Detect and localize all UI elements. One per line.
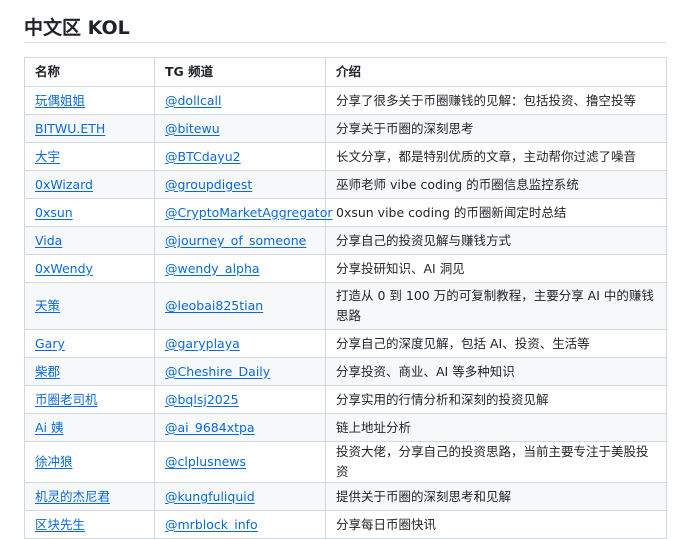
- kol-intro: 分享关于币圈的深刻思考: [325, 114, 667, 143]
- kol-name-cell: BITWU.ETH: [24, 114, 155, 143]
- table-row: 币圈老司机 @bqlsj2025 分享实用的行情分析和深刻的投资见解: [24, 385, 667, 414]
- kol-intro: 链上地址分析: [325, 413, 667, 442]
- kol-name-link[interactable]: 机灵的杰尼君: [35, 489, 110, 504]
- kol-name-link[interactable]: 玩偶姐姐: [35, 93, 85, 108]
- table-row: 徐冲狼 @clplusnews 投资大佬，分享自己的投资思路，当前主要专注于美股…: [24, 441, 667, 483]
- kol-name-link[interactable]: 0xsun: [35, 205, 73, 220]
- header-channel: TG 频道: [154, 57, 326, 87]
- kol-channel-cell: @dollcall: [154, 86, 326, 115]
- kol-channel-link[interactable]: @dollcall: [165, 93, 222, 108]
- kol-intro: 分享自己的投资见解与赚钱方式: [325, 226, 667, 255]
- table-row: 玩偶姐姐 @dollcall 分享了很多关于币圈赚钱的见解：包括投资、撸空投等: [24, 86, 667, 115]
- kol-name-link[interactable]: 柴郡: [35, 364, 60, 379]
- kol-channel-link[interactable]: @ai_9684xtpa: [165, 420, 255, 435]
- kol-name-link[interactable]: 0xWizard: [35, 177, 93, 192]
- kol-name-link[interactable]: Vida: [35, 233, 62, 248]
- table-row: 区块先生 @mrblock_info 分享每日币圈快讯: [24, 510, 667, 539]
- kol-name-link[interactable]: BITWU.ETH: [35, 121, 105, 136]
- table-row: 机灵的杰尼君 @kungfuliquid 提供关于币圈的深刻思考和见解: [24, 482, 667, 511]
- kol-intro: 提供关于币圈的深刻思考和见解: [325, 482, 667, 511]
- heading-divider: [24, 42, 666, 43]
- kol-name-link[interactable]: 区块先生: [35, 517, 85, 532]
- kol-channel-link[interactable]: @wendy_alpha: [165, 261, 260, 276]
- kol-name-cell: 0xWendy: [24, 254, 155, 283]
- kol-intro: 长文分享，都是特别优质的文章，主动帮你过滤了噪音: [325, 142, 667, 171]
- kol-name-cell: 玩偶姐姐: [24, 86, 155, 115]
- kol-intro: 打造从 0 到 100 万的可复制教程，主要分享 AI 中的赚钱思路: [325, 282, 667, 330]
- kol-name-cell: Gary: [24, 329, 155, 358]
- header-intro: 介绍: [325, 57, 667, 87]
- kol-channel-cell: @mrblock_info: [154, 510, 326, 539]
- kol-intro: 分享了很多关于币圈赚钱的见解：包括投资、撸空投等: [325, 86, 667, 115]
- kol-channel-cell: @ai_9684xtpa: [154, 413, 326, 442]
- kol-name-cell: 机灵的杰尼君: [24, 482, 155, 511]
- kol-name-link[interactable]: 大宇: [35, 149, 60, 164]
- kol-name-cell: Vida: [24, 226, 155, 255]
- kol-intro: 巫师老师 vibe coding 的币圈信息监控系统: [325, 170, 667, 199]
- kol-channel-cell: @Cheshire_Daily: [154, 357, 326, 386]
- kol-name-cell: 区块先生: [24, 510, 155, 539]
- section-heading: 中文区 KOL: [24, 17, 130, 39]
- kol-intro: 分享每日币圈快讯: [325, 510, 667, 539]
- table-row: Vida @journey_of_someone 分享自己的投资见解与赚钱方式: [24, 226, 667, 255]
- table-row: 0xWendy @wendy_alpha 分享投研知识、AI 洞见: [24, 254, 667, 283]
- kol-channel-link[interactable]: @BTCdayu2: [165, 149, 241, 164]
- kol-name-link[interactable]: 天策: [35, 298, 60, 313]
- kol-name-cell: 币圈老司机: [24, 385, 155, 414]
- kol-channel-link[interactable]: @clplusnews: [165, 454, 246, 469]
- kol-channel-link[interactable]: @groupdigest: [165, 177, 252, 192]
- kol-channel-cell: @bqlsj2025: [154, 385, 326, 414]
- table-row: 0xWizard @groupdigest 巫师老师 vibe coding 的…: [24, 170, 667, 199]
- kol-channel-link[interactable]: @Cheshire_Daily: [165, 364, 270, 379]
- kol-channel-cell: @garyplaya: [154, 329, 326, 358]
- kol-name-cell: Ai 姨: [24, 413, 155, 442]
- kol-channel-link[interactable]: @mrblock_info: [165, 517, 258, 532]
- kol-intro: 0xsun vibe coding 的币圈新闻定时总结: [325, 198, 667, 227]
- kol-name-cell: 大宇: [24, 142, 155, 171]
- kol-name-link[interactable]: Gary: [35, 336, 65, 351]
- kol-channel-link[interactable]: @bqlsj2025: [165, 392, 239, 407]
- kol-name-cell: 柴郡: [24, 357, 155, 386]
- kol-name-cell: 徐冲狼: [24, 441, 155, 483]
- kol-intro: 分享自己的深度见解，包括 AI、投资、生活等: [325, 329, 667, 358]
- kol-channel-cell: @journey_of_someone: [154, 226, 326, 255]
- table-row: 0xsun @CryptoMarketAggregator 0xsun vibe…: [24, 198, 667, 227]
- kol-channel-cell: @groupdigest: [154, 170, 326, 199]
- kol-section: 中文区 KOL 名称 TG 频道 介绍 玩偶姐姐 @dollcall 分享了很多…: [24, 0, 667, 539]
- table-header-row: 名称 TG 频道 介绍: [24, 57, 667, 87]
- kol-name-link[interactable]: 徐冲狼: [35, 454, 73, 469]
- kol-channel-cell: @bitewu: [154, 114, 326, 143]
- table-row: 大宇 @BTCdayu2 长文分享，都是特别优质的文章，主动帮你过滤了噪音: [24, 142, 667, 171]
- kol-name-link[interactable]: 0xWendy: [35, 261, 93, 276]
- kol-channel-cell: @clplusnews: [154, 441, 326, 483]
- kol-intro: 分享投资、商业、AI 等多种知识: [325, 357, 667, 386]
- kol-name-cell: 0xsun: [24, 198, 155, 227]
- kol-channel-link[interactable]: @leobai825tian: [165, 298, 263, 313]
- kol-channel-cell: @kungfuliquid: [154, 482, 326, 511]
- kol-channel-cell: @BTCdayu2: [154, 142, 326, 171]
- kol-channel-link[interactable]: @kungfuliquid: [165, 489, 255, 504]
- table-row: Gary @garyplaya 分享自己的深度见解，包括 AI、投资、生活等: [24, 329, 667, 358]
- kol-table: 名称 TG 频道 介绍 玩偶姐姐 @dollcall 分享了很多关于币圈赚钱的见…: [24, 57, 667, 539]
- table-row: 天策 @leobai825tian 打造从 0 到 100 万的可复制教程，主要…: [24, 282, 667, 330]
- table-row: BITWU.ETH @bitewu 分享关于币圈的深刻思考: [24, 114, 667, 143]
- kol-channel-cell: @wendy_alpha: [154, 254, 326, 283]
- kol-channel-link[interactable]: @journey_of_someone: [165, 233, 306, 248]
- kol-channel-link[interactable]: @bitewu: [165, 121, 220, 136]
- kol-name-link[interactable]: Ai 姨: [35, 420, 64, 435]
- kol-name-link[interactable]: 币圈老司机: [35, 392, 98, 407]
- kol-intro: 分享实用的行情分析和深刻的投资见解: [325, 385, 667, 414]
- kol-intro: 分享投研知识、AI 洞见: [325, 254, 667, 283]
- kol-name-cell: 天策: [24, 282, 155, 330]
- kol-name-cell: 0xWizard: [24, 170, 155, 199]
- table-row: Ai 姨 @ai_9684xtpa 链上地址分析: [24, 413, 667, 442]
- kol-channel-cell: @CryptoMarketAggregator: [154, 198, 332, 227]
- kol-channel-link[interactable]: @CryptoMarketAggregator: [165, 205, 332, 220]
- kol-intro: 投资大佬，分享自己的投资思路，当前主要专注于美股投资: [325, 441, 667, 483]
- kol-channel-link[interactable]: @garyplaya: [165, 336, 240, 351]
- kol-channel-cell: @leobai825tian: [154, 282, 326, 330]
- header-name: 名称: [24, 57, 155, 87]
- table-row: 柴郡 @Cheshire_Daily 分享投资、商业、AI 等多种知识: [24, 357, 667, 386]
